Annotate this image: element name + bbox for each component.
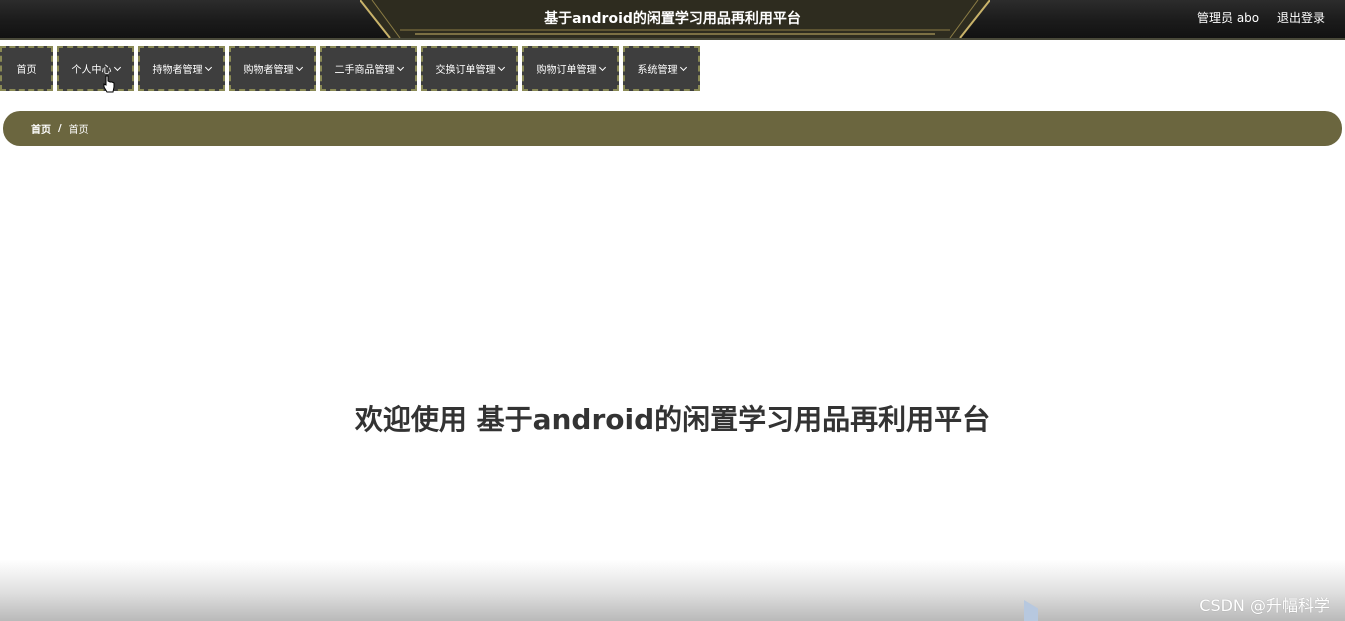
chevron-down-icon [204, 63, 212, 71]
nav-item-second-hand-goods-management[interactable]: 二手商品管理 [320, 46, 417, 91]
nav-item-holder-management[interactable]: 持物者管理 [138, 46, 225, 91]
nav-item-buyer-management[interactable]: 购物者管理 [229, 46, 316, 91]
hand-cursor-icon [103, 75, 115, 93]
admin-user-label: 管理员 abo [1197, 11, 1260, 25]
nav-item-home[interactable]: 首页 [0, 46, 53, 91]
nav-item-label: 购物者管理 [243, 65, 294, 76]
csdn-watermark: CSDN @升幅科学 [1199, 596, 1330, 615]
chevron-down-icon [497, 63, 505, 71]
nav-item-label: 系统管理 [637, 65, 678, 76]
nav-item-exchange-order-management[interactable]: 交换订单管理 [421, 46, 518, 91]
breadcrumb-separator: / [58, 123, 62, 134]
chevron-down-icon [598, 63, 606, 71]
breadcrumb: 首页 / 首页 [3, 111, 1342, 146]
nav-item-label: 交换订单管理 [435, 65, 496, 76]
chevron-down-icon [396, 63, 404, 71]
chevron-down-icon [295, 63, 303, 71]
nav-item-label: 个人中心 [71, 65, 112, 76]
top-header: 基于android的闲置学习用品再利用平台 管理员 abo 退出登录 [0, 0, 1345, 40]
breadcrumb-home-link[interactable]: 首页 [31, 121, 51, 136]
nav-item-label: 二手商品管理 [334, 65, 395, 76]
nav-item-purchase-order-management[interactable]: 购物订单管理 [522, 46, 619, 91]
nav-item-label: 首页 [16, 65, 37, 76]
nav-item-personal-center[interactable]: 个人中心 [57, 46, 134, 91]
chevron-down-icon [113, 63, 121, 71]
nav-item-label: 持物者管理 [152, 65, 203, 76]
bottom-gradient [0, 560, 1345, 621]
user-area: 管理员 abo 退出登录 [1183, 0, 1325, 38]
nav-item-system-management[interactable]: 系统管理 [623, 46, 700, 91]
logout-link[interactable]: 退出登录 [1277, 11, 1325, 25]
chevron-down-icon [679, 63, 687, 71]
breadcrumb-current: 首页 [68, 125, 89, 136]
nav-item-label: 购物订单管理 [536, 65, 597, 76]
welcome-heading: 欢迎使用 基于android的闲置学习用品再利用平台 [354, 403, 991, 436]
site-title: 基于android的闲置学习用品再利用平台 [544, 11, 801, 27]
